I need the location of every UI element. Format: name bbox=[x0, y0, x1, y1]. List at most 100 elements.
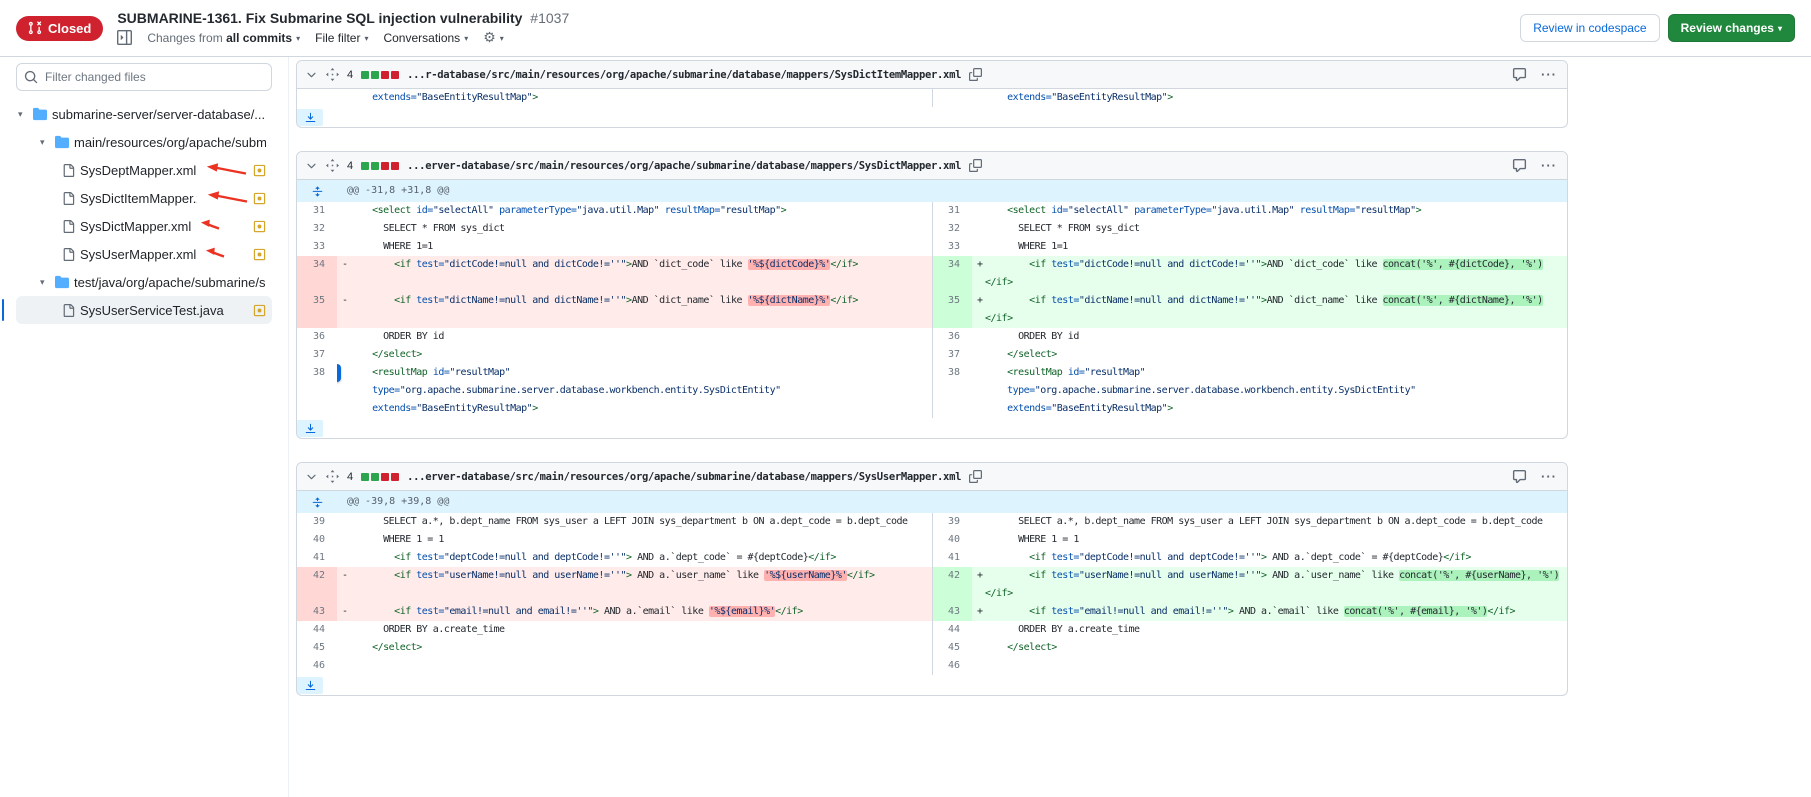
file-header-actions: ··· bbox=[1512, 67, 1557, 82]
expand-diff-button[interactable] bbox=[297, 677, 323, 694]
line-number[interactable]: 34 bbox=[932, 256, 972, 292]
line-number[interactable] bbox=[932, 89, 972, 107]
tree-file-sysdictitemmapper-xml[interactable]: SysDictItemMapper.xml bbox=[16, 184, 272, 212]
file-path-link[interactable]: ...erver-database/src/main/resources/org… bbox=[407, 160, 961, 172]
expand-hunk-button[interactable] bbox=[297, 180, 337, 202]
sidebar-toggle-icon[interactable] bbox=[117, 30, 132, 45]
chevron-down-icon[interactable]: ▾ bbox=[40, 277, 50, 288]
code-cell: - <if test="userName!=null and userName!… bbox=[337, 567, 932, 603]
tree-file-sysdeptmapper-xml[interactable]: SysDeptMapper.xml bbox=[16, 156, 272, 184]
review-changes-button[interactable]: Review changes▾ bbox=[1668, 14, 1795, 42]
kebab-menu-icon[interactable]: ··· bbox=[1541, 158, 1557, 173]
file-header-actions: ··· bbox=[1512, 158, 1557, 173]
line-number[interactable]: 35 bbox=[297, 292, 337, 328]
code-cell: ORDER BY a.create_time bbox=[972, 621, 1567, 639]
diff-row: 37 </select>37 </select> bbox=[297, 346, 1567, 364]
copy-path-icon[interactable] bbox=[969, 159, 982, 172]
diff-row: 35- <if test="dictName!=null and dictNam… bbox=[297, 292, 1567, 328]
changed-lines-count: 4 bbox=[347, 69, 353, 81]
chevron-down-icon[interactable]: ▾ bbox=[18, 109, 28, 120]
line-number[interactable]: 35 bbox=[932, 292, 972, 328]
file-tree-sidebar: ▾submarine-server/server-database/...▾ma… bbox=[0, 57, 289, 797]
code-cell: </select> bbox=[337, 346, 932, 364]
line-number[interactable]: 44 bbox=[932, 621, 972, 639]
modified-file-icon bbox=[253, 220, 266, 233]
diffstat-square-del bbox=[391, 162, 399, 170]
filter-changed-files-input[interactable] bbox=[16, 63, 272, 91]
diffstat-squares bbox=[361, 473, 399, 481]
copy-path-icon[interactable] bbox=[969, 470, 982, 483]
diff-row: extends="BaseEntityResultMap"> extends="… bbox=[297, 89, 1567, 107]
line-number[interactable]: 41 bbox=[297, 549, 337, 567]
line-number[interactable]: 36 bbox=[297, 328, 337, 346]
kebab-menu-icon[interactable]: ··· bbox=[1541, 67, 1557, 82]
line-number[interactable]: 43 bbox=[932, 603, 972, 621]
copy-path-icon[interactable] bbox=[969, 68, 982, 81]
line-number[interactable]: 40 bbox=[932, 531, 972, 549]
diff-expander-row bbox=[297, 418, 1567, 438]
modified-file-icon bbox=[253, 248, 266, 261]
drag-handle-icon bbox=[326, 68, 339, 81]
conversations-dropdown[interactable]: Conversations▾ bbox=[383, 31, 468, 45]
line-number[interactable] bbox=[297, 89, 337, 107]
line-number[interactable]: 32 bbox=[297, 220, 337, 238]
code-cell: + <if test="userName!=null and userName!… bbox=[972, 567, 1567, 603]
code-cell: - <if test="email!=null and email!=''"> … bbox=[337, 603, 932, 621]
tree-file-sysdictmapper-xml[interactable]: SysDictMapper.xml bbox=[16, 212, 272, 240]
comment-icon[interactable] bbox=[1512, 67, 1527, 82]
line-number[interactable]: 31 bbox=[297, 202, 337, 220]
line-number[interactable]: 39 bbox=[297, 513, 337, 531]
expand-hunk-button[interactable] bbox=[297, 491, 337, 513]
code-cell: <if test="deptCode!=null and deptCode!='… bbox=[337, 549, 932, 567]
diff-sign: + bbox=[972, 256, 985, 274]
line-number[interactable]: 38 bbox=[297, 364, 337, 418]
collapse-file-chevron-icon[interactable] bbox=[305, 159, 318, 172]
code-cell: </select> bbox=[337, 639, 932, 657]
caret-down-icon: ▾ bbox=[364, 34, 368, 43]
line-number[interactable]: 32 bbox=[932, 220, 972, 238]
line-number[interactable]: 40 bbox=[297, 531, 337, 549]
line-number[interactable]: 45 bbox=[297, 639, 337, 657]
line-number[interactable]: 37 bbox=[297, 346, 337, 364]
line-number[interactable]: 43 bbox=[297, 603, 337, 621]
file-icon bbox=[62, 304, 75, 317]
line-number[interactable]: 34 bbox=[297, 256, 337, 292]
file-path-link[interactable]: ...erver-database/src/main/resources/org… bbox=[407, 471, 961, 483]
collapse-file-chevron-icon[interactable] bbox=[305, 68, 318, 81]
comment-icon[interactable] bbox=[1512, 469, 1527, 484]
add-comment-button[interactable]: + bbox=[337, 364, 341, 382]
expand-diff-button[interactable] bbox=[297, 109, 323, 126]
line-number[interactable]: 33 bbox=[297, 238, 337, 256]
line-number[interactable]: 46 bbox=[297, 657, 337, 675]
line-number[interactable]: 45 bbox=[932, 639, 972, 657]
tree-folder-test-java-org-apache-submarine-s[interactable]: ▾test/java/org/apache/submarine/s... bbox=[16, 268, 272, 296]
changed-lines-count: 4 bbox=[347, 160, 353, 172]
changes-from-dropdown[interactable]: Changes from all commits▾ bbox=[147, 31, 300, 45]
line-number[interactable]: 41 bbox=[932, 549, 972, 567]
code-cell: WHERE 1=1 bbox=[337, 238, 932, 256]
comment-icon[interactable] bbox=[1512, 158, 1527, 173]
chevron-down-icon[interactable]: ▾ bbox=[40, 137, 50, 148]
line-number[interactable]: 44 bbox=[297, 621, 337, 639]
file-path-link[interactable]: ...r-database/src/main/resources/org/apa… bbox=[407, 69, 961, 81]
tree-folder-submarine-server-server-database[interactable]: ▾submarine-server/server-database/... bbox=[16, 100, 272, 128]
file-filter-dropdown[interactable]: File filter▾ bbox=[315, 31, 368, 45]
tree-file-sysuserservicetest-java[interactable]: SysUserServiceTest.java bbox=[16, 296, 272, 324]
tree-file-sysusermapper-xml[interactable]: SysUserMapper.xml bbox=[16, 240, 272, 268]
line-number[interactable]: 36 bbox=[932, 328, 972, 346]
line-number[interactable]: 42 bbox=[932, 567, 972, 603]
line-number[interactable]: 39 bbox=[932, 513, 972, 531]
line-number[interactable]: 31 bbox=[932, 202, 972, 220]
review-in-codespace-button[interactable]: Review in codespace bbox=[1520, 14, 1659, 42]
tree-folder-main-resources-org-apache-subm[interactable]: ▾main/resources/org/apache/subm... bbox=[16, 128, 272, 156]
expand-diff-button[interactable] bbox=[297, 420, 323, 437]
line-number[interactable]: 38 bbox=[932, 364, 972, 418]
collapse-file-chevron-icon[interactable] bbox=[305, 470, 318, 483]
line-number[interactable]: 37 bbox=[932, 346, 972, 364]
kebab-menu-icon[interactable]: ··· bbox=[1541, 469, 1557, 484]
line-number[interactable]: 33 bbox=[932, 238, 972, 256]
line-number[interactable]: 42 bbox=[297, 567, 337, 603]
diff-settings-dropdown[interactable]: ⚙▾ bbox=[483, 29, 504, 46]
line-number[interactable]: 46 bbox=[932, 657, 972, 675]
diff-panel: 4 ...r-database/src/main/resources/org/ap… bbox=[289, 57, 1811, 797]
